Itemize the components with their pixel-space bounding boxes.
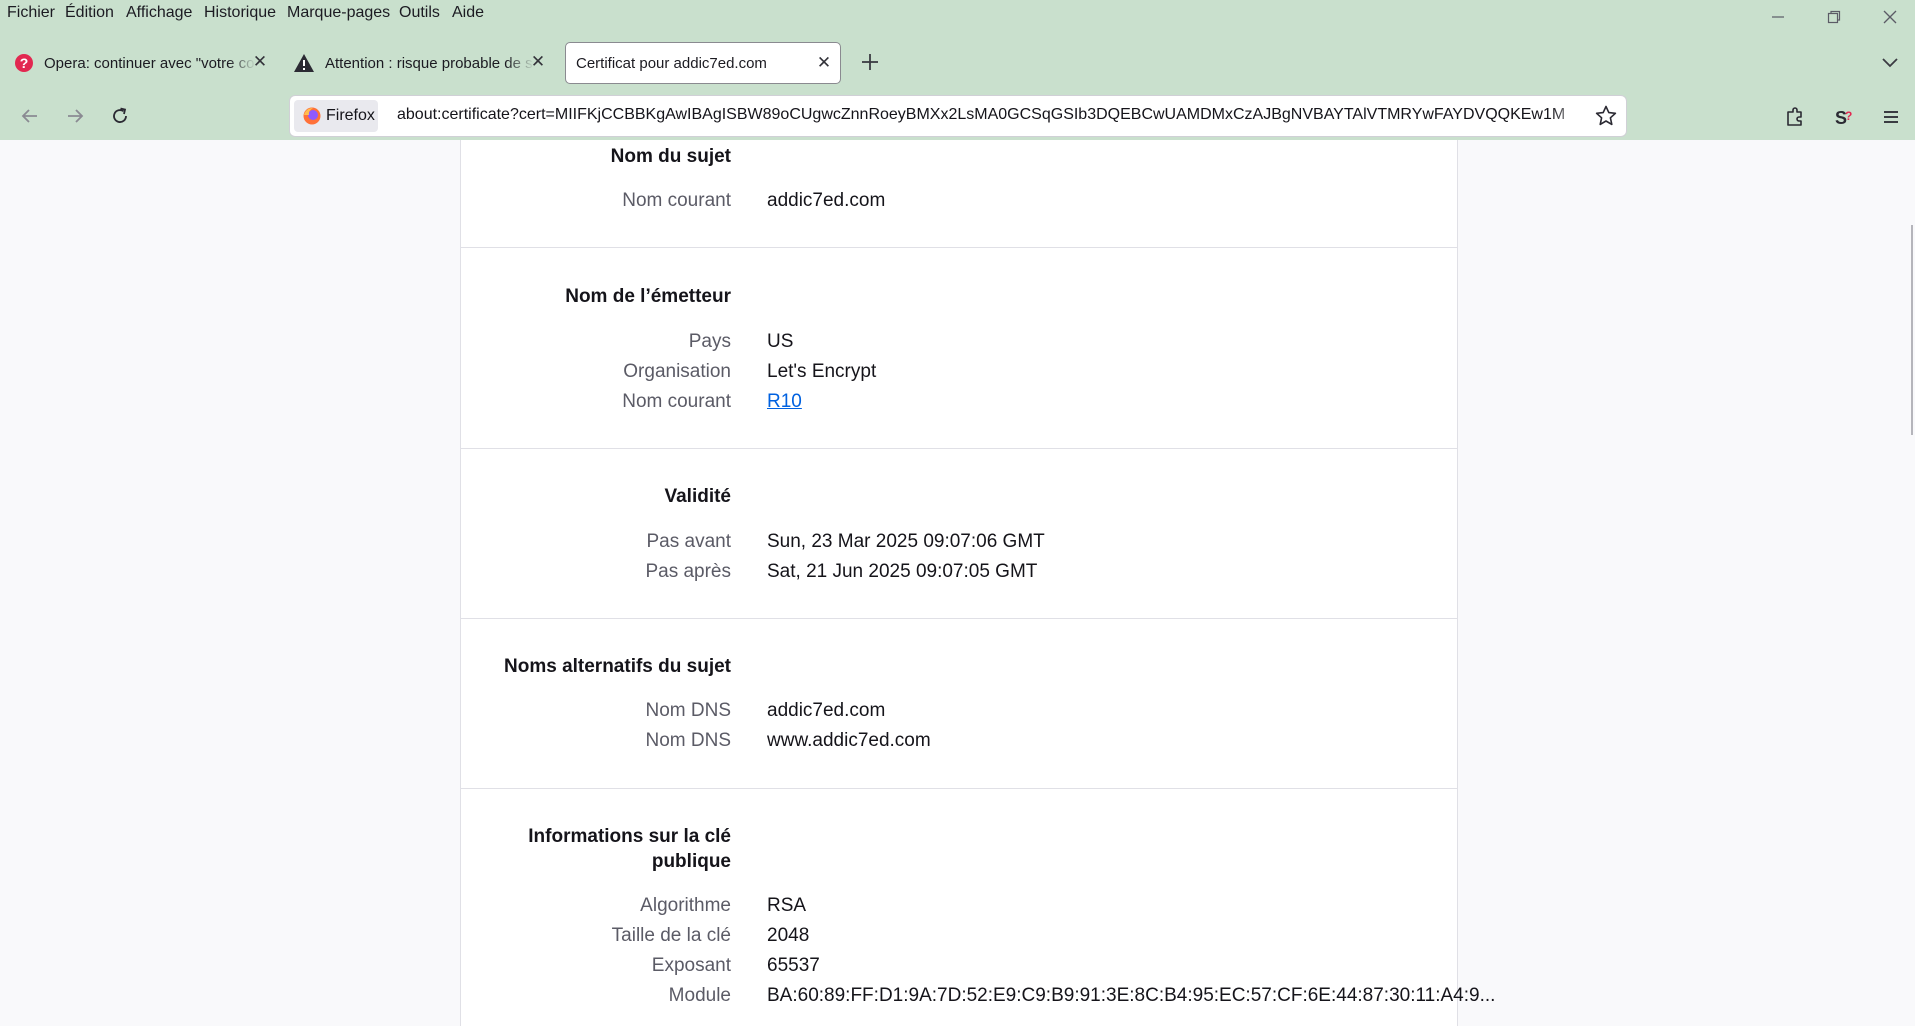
- section-public-key-info: Informations sur la clé publique Algorit…: [460, 789, 1495, 1026]
- section-issuer-name: Nom de l’émetteur Pays US Organisation L…: [460, 248, 1458, 449]
- page-scrollbar[interactable]: [1911, 225, 1913, 435]
- section-title: Nom du sujet: [610, 146, 731, 167]
- tab-certificate[interactable]: Certificat pour addic7ed.com ✕: [565, 42, 841, 84]
- restore-button[interactable]: [1809, 2, 1859, 32]
- tab-strip: ? Opera: continuer avec "votre co ✕ Atte…: [0, 40, 1915, 86]
- identity-box[interactable]: Firefox: [294, 100, 378, 132]
- new-tab-button[interactable]: [856, 48, 884, 76]
- back-arrow-icon: [21, 109, 37, 123]
- minimize-button[interactable]: [1753, 2, 1803, 32]
- puzzle-icon: [1787, 107, 1802, 126]
- url-bar[interactable]: Firefox about:certificate?cert=MIIFKjCCB…: [290, 96, 1626, 136]
- row-label: Nom DNS: [645, 700, 731, 721]
- row-value: www.addic7ed.com: [767, 730, 931, 751]
- restore-icon: [1827, 10, 1841, 24]
- identity-label: Firefox: [326, 107, 375, 124]
- row-value: Sat, 21 Jun 2025 09:07:05 GMT: [767, 561, 1038, 582]
- row-label: Pays: [688, 331, 731, 352]
- section-subject-name: Nom du sujet Nom courant addic7ed.com: [460, 140, 1458, 248]
- chevron-down-icon: [1882, 58, 1898, 68]
- section-title: Nom de l’émetteur: [565, 286, 731, 307]
- section-title: Noms alternatifs du sujet: [504, 656, 731, 677]
- close-icon: [1883, 10, 1897, 24]
- addon-s-icon: S ?: [1835, 108, 1852, 128]
- menu-aide[interactable]: Aide: [452, 4, 484, 22]
- row-value: BA:60:89:FF:D1:9A:7D:52:E9:C9:B9:91:3E:8…: [767, 985, 1496, 1006]
- row-label: Module: [668, 985, 731, 1006]
- plus-icon: [862, 54, 878, 70]
- tab-close-button[interactable]: ✕: [528, 52, 548, 72]
- tab-title: Certificat pour addic7ed.com: [576, 54, 767, 72]
- section-validity: Validité Pas avant Sun, 23 Mar 2025 09:0…: [460, 449, 1458, 619]
- issuer-r10-link[interactable]: R10: [767, 391, 802, 413]
- minimize-icon: [1772, 16, 1784, 18]
- menu-historique[interactable]: Historique: [204, 4, 276, 22]
- row-value: Let's Encrypt: [767, 361, 877, 382]
- section-title-line: publique: [651, 851, 731, 872]
- section-title: Informations sur la clé publique: [461, 824, 731, 874]
- row-value: 2048: [767, 925, 810, 946]
- row-value: RSA: [767, 895, 807, 916]
- menu-edition[interactable]: Édition: [65, 4, 114, 22]
- menu-marque-pages[interactable]: Marque-pages: [287, 4, 390, 22]
- tab-attention[interactable]: Attention : risque probable de s ✕: [284, 42, 554, 84]
- menu-fichier[interactable]: Fichier: [7, 4, 55, 22]
- reload-icon: [113, 107, 127, 123]
- row-label: Organisation: [623, 361, 731, 382]
- browser-chrome: Fichier Édition Affichage Historique Mar…: [0, 0, 1915, 140]
- row-label: Pas après: [645, 561, 731, 582]
- forward-arrow-icon: [68, 109, 84, 123]
- tab-close-button[interactable]: ✕: [250, 52, 270, 72]
- extensions-button[interactable]: [1782, 104, 1808, 130]
- menu-affichage[interactable]: Affichage: [126, 4, 192, 22]
- menu-bar: Fichier Édition Affichage Historique Mar…: [0, 0, 1915, 30]
- hamburger-menu-icon: [1884, 111, 1898, 123]
- tab-opera[interactable]: ? Opera: continuer avec "votre co ✕: [6, 42, 276, 84]
- menu-outils[interactable]: Outils: [399, 4, 440, 22]
- row-value: addic7ed.com: [767, 190, 886, 211]
- list-all-tabs-button[interactable]: [1880, 48, 1908, 76]
- svg-text:?: ?: [1845, 109, 1852, 123]
- warning-triangle-icon: [294, 54, 314, 72]
- row-value: addic7ed.com: [767, 700, 886, 721]
- row-label: Algorithme: [640, 895, 731, 916]
- reload-button[interactable]: [104, 100, 136, 132]
- row-label: Nom DNS: [645, 730, 731, 751]
- section-subject-alt-names: Noms alternatifs du sujet Nom DNS addic7…: [460, 619, 1458, 789]
- url-fade: [1550, 98, 1590, 134]
- row-value: Sun, 23 Mar 2025 09:07:06 GMT: [767, 531, 1045, 552]
- addon-s-button[interactable]: S ?: [1831, 104, 1857, 130]
- section-title-line: Informations sur la clé: [528, 826, 731, 847]
- app-menu-button[interactable]: [1878, 104, 1904, 130]
- row-value: 65537: [767, 955, 820, 976]
- close-window-button[interactable]: [1865, 2, 1915, 32]
- row-label: Pas avant: [646, 531, 732, 552]
- url-text[interactable]: about:certificate?cert=MIIFKjCCBBKgAwIBA…: [397, 106, 1577, 124]
- row-label: Taille de la clé: [611, 925, 731, 946]
- certificate-page: Nom du sujet Nom courant addic7ed.com No…: [0, 140, 1915, 1026]
- forward-button[interactable]: [59, 100, 91, 132]
- row-label: Nom courant: [622, 190, 731, 211]
- bookmark-star-button[interactable]: [1594, 104, 1618, 128]
- question-circle-icon: ?: [15, 54, 33, 72]
- tab-close-button[interactable]: ✕: [814, 53, 834, 73]
- row-label: Nom courant: [622, 391, 731, 412]
- tab-title: Attention : risque probable de s: [325, 54, 533, 72]
- section-title: Validité: [664, 486, 731, 507]
- firefox-logo-icon: [303, 107, 321, 125]
- star-icon: [1595, 105, 1617, 126]
- svg-text:?: ?: [20, 55, 29, 71]
- back-button[interactable]: [14, 100, 46, 132]
- tab-title: Opera: continuer avec "votre co: [44, 54, 254, 72]
- row-value: US: [767, 331, 794, 352]
- row-label: Exposant: [651, 955, 731, 976]
